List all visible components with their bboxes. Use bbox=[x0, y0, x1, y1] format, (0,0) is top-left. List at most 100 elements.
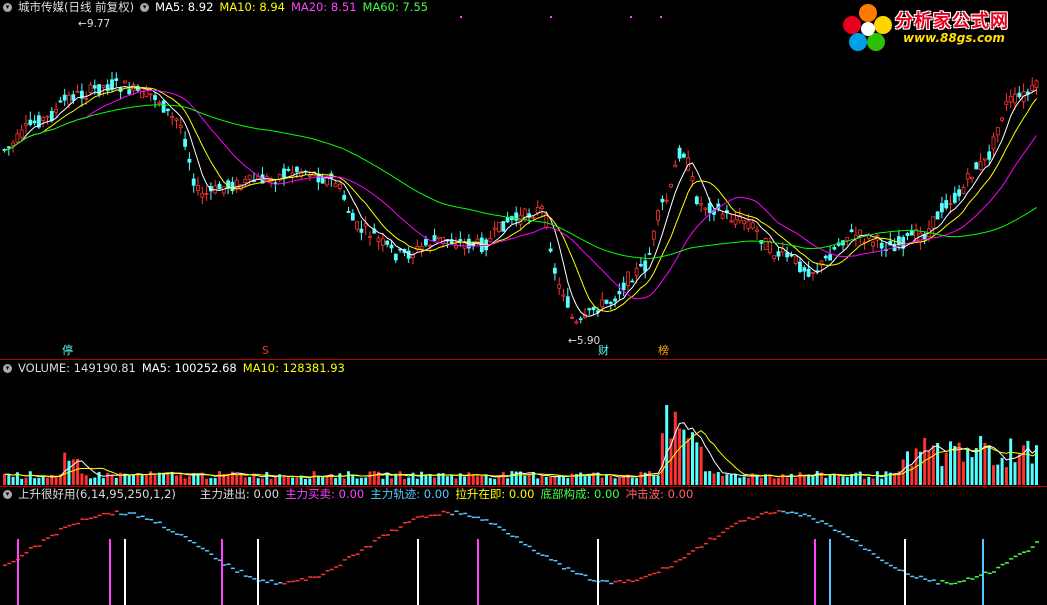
volume-bar bbox=[832, 473, 836, 485]
indicator-item-3: 主力轨迹: 0.00 bbox=[370, 487, 450, 501]
finance-badge[interactable]: 财 bbox=[596, 344, 611, 357]
indicator-tick bbox=[445, 511, 450, 514]
volume-bar bbox=[304, 478, 307, 485]
indicator-tick bbox=[476, 516, 480, 519]
volume-bar bbox=[316, 476, 320, 485]
indicator-tick bbox=[600, 579, 605, 582]
price-chart-panel[interactable]: ▾ 城市传媒(日线 前复权) ▾ MA5: 8.92 MA10: 8.94 MA20: 8… bbox=[0, 0, 1047, 360]
indicator-tick bbox=[179, 533, 184, 536]
candle-body bbox=[157, 102, 162, 104]
volume-bar bbox=[729, 474, 733, 485]
indicator-tick bbox=[1022, 551, 1027, 553]
candle-body bbox=[897, 236, 901, 246]
indicator-tick bbox=[789, 511, 794, 514]
volume-bar bbox=[798, 472, 802, 485]
indicator-tick bbox=[428, 514, 433, 517]
volume-bar bbox=[265, 472, 269, 485]
volume-bar bbox=[974, 448, 978, 485]
candle-body bbox=[909, 230, 914, 236]
indicator-tick bbox=[385, 534, 390, 536]
ma5-readout: MA5: 8.92 bbox=[155, 0, 214, 14]
indicator-settings-icon[interactable]: ▾ bbox=[3, 490, 12, 499]
volume-bar bbox=[807, 475, 811, 485]
indicator-tick bbox=[84, 518, 89, 521]
candle-body bbox=[574, 321, 579, 324]
candle-body bbox=[1017, 92, 1022, 98]
candle-body bbox=[768, 241, 772, 253]
candle-body bbox=[750, 222, 755, 229]
indicator-tick bbox=[863, 548, 867, 550]
indicator-tick bbox=[497, 526, 502, 528]
indicator-tick bbox=[708, 537, 713, 540]
indicator-tick bbox=[149, 518, 154, 521]
volume-bar bbox=[183, 478, 187, 485]
candle-body bbox=[952, 192, 957, 203]
suspension-badge[interactable]: 停 bbox=[60, 344, 75, 357]
indicator-tick bbox=[390, 529, 394, 531]
candle-body bbox=[639, 263, 643, 267]
volume-bar bbox=[325, 476, 329, 485]
indicator-tick bbox=[1009, 558, 1014, 560]
indicator-tick bbox=[261, 579, 265, 582]
candle-body bbox=[974, 162, 979, 170]
candle-body bbox=[793, 256, 798, 264]
volume-bar bbox=[3, 474, 6, 485]
candle-body bbox=[578, 318, 583, 321]
candle-body bbox=[286, 168, 291, 171]
indicator-name: 上升很好用(6,14,95,250,1,2) bbox=[18, 487, 176, 501]
indicator-tick bbox=[579, 573, 584, 575]
indicator-tick bbox=[506, 532, 511, 535]
volume-settings-icon[interactable]: ▾ bbox=[3, 364, 12, 373]
volume-bar bbox=[617, 477, 621, 485]
indicator-tick bbox=[540, 554, 545, 556]
indicator-tick bbox=[291, 580, 296, 583]
price-header: ▾ 城市传媒(日线 前复权) ▾ MA5: 8.92 MA10: 8.94 MA20: 8… bbox=[3, 0, 434, 14]
indicator-tick bbox=[562, 568, 566, 570]
indicator-tick bbox=[553, 559, 558, 562]
collapse-icon[interactable]: ▾ bbox=[3, 3, 12, 12]
indicator-tick bbox=[28, 547, 33, 549]
volume-bars[interactable] bbox=[0, 361, 1047, 486]
candle-body bbox=[742, 220, 746, 224]
candle-body bbox=[811, 271, 815, 274]
indicator-tick bbox=[514, 536, 519, 538]
stock-title: 城市传媒(日线 前复权) bbox=[18, 0, 135, 14]
indicator-tick bbox=[424, 516, 429, 518]
indicator-tick bbox=[768, 512, 773, 515]
volume-bar bbox=[630, 477, 634, 485]
candle-body bbox=[153, 95, 157, 100]
indicator-panel[interactable]: ▾ 上升很好用(6,14,95,250,1,2) 主力进出: 0.00 主力买卖: 0… bbox=[0, 487, 1047, 605]
volume-bar bbox=[291, 477, 295, 485]
volume-bar bbox=[149, 471, 153, 485]
indicator-tick bbox=[583, 574, 588, 577]
candlestick-chart[interactable] bbox=[0, 0, 1047, 360]
indicator-tick bbox=[914, 577, 919, 579]
indicator-tick bbox=[239, 569, 244, 572]
settings-icon[interactable]: ▾ bbox=[140, 3, 150, 12]
volume-bar bbox=[501, 472, 505, 485]
indicator-tick bbox=[1004, 562, 1009, 564]
volume-bar bbox=[721, 475, 725, 485]
candle-body bbox=[746, 220, 751, 229]
volume-bar bbox=[927, 451, 931, 485]
candle-body bbox=[294, 166, 299, 172]
volume-ma5-readout: MA5: 100252.68 bbox=[141, 361, 237, 375]
volume-bar bbox=[527, 473, 531, 485]
list-badge[interactable]: 榜 bbox=[656, 344, 671, 357]
candle-body bbox=[187, 158, 192, 163]
indicator-chart[interactable] bbox=[0, 487, 1047, 605]
s-badge[interactable]: S bbox=[260, 344, 271, 357]
volume-panel[interactable]: ▾ VOLUME: 149190.81 MA5: 100252.68 MA10: 12… bbox=[0, 361, 1047, 486]
indicator-tick bbox=[910, 575, 915, 578]
volume-bar bbox=[235, 474, 239, 485]
indicator-tick bbox=[136, 516, 141, 518]
indicator-tick bbox=[235, 571, 240, 573]
indicator-tick bbox=[316, 576, 321, 578]
indicator-tick bbox=[433, 514, 437, 517]
site-logo: 分析家公式网 www.88gs.com bbox=[843, 3, 1039, 51]
volume-bar bbox=[484, 475, 488, 485]
indicator-tick bbox=[613, 580, 618, 583]
indicator-tick bbox=[691, 550, 695, 552]
candle-body bbox=[1013, 93, 1017, 104]
indicator-tick bbox=[230, 567, 235, 570]
